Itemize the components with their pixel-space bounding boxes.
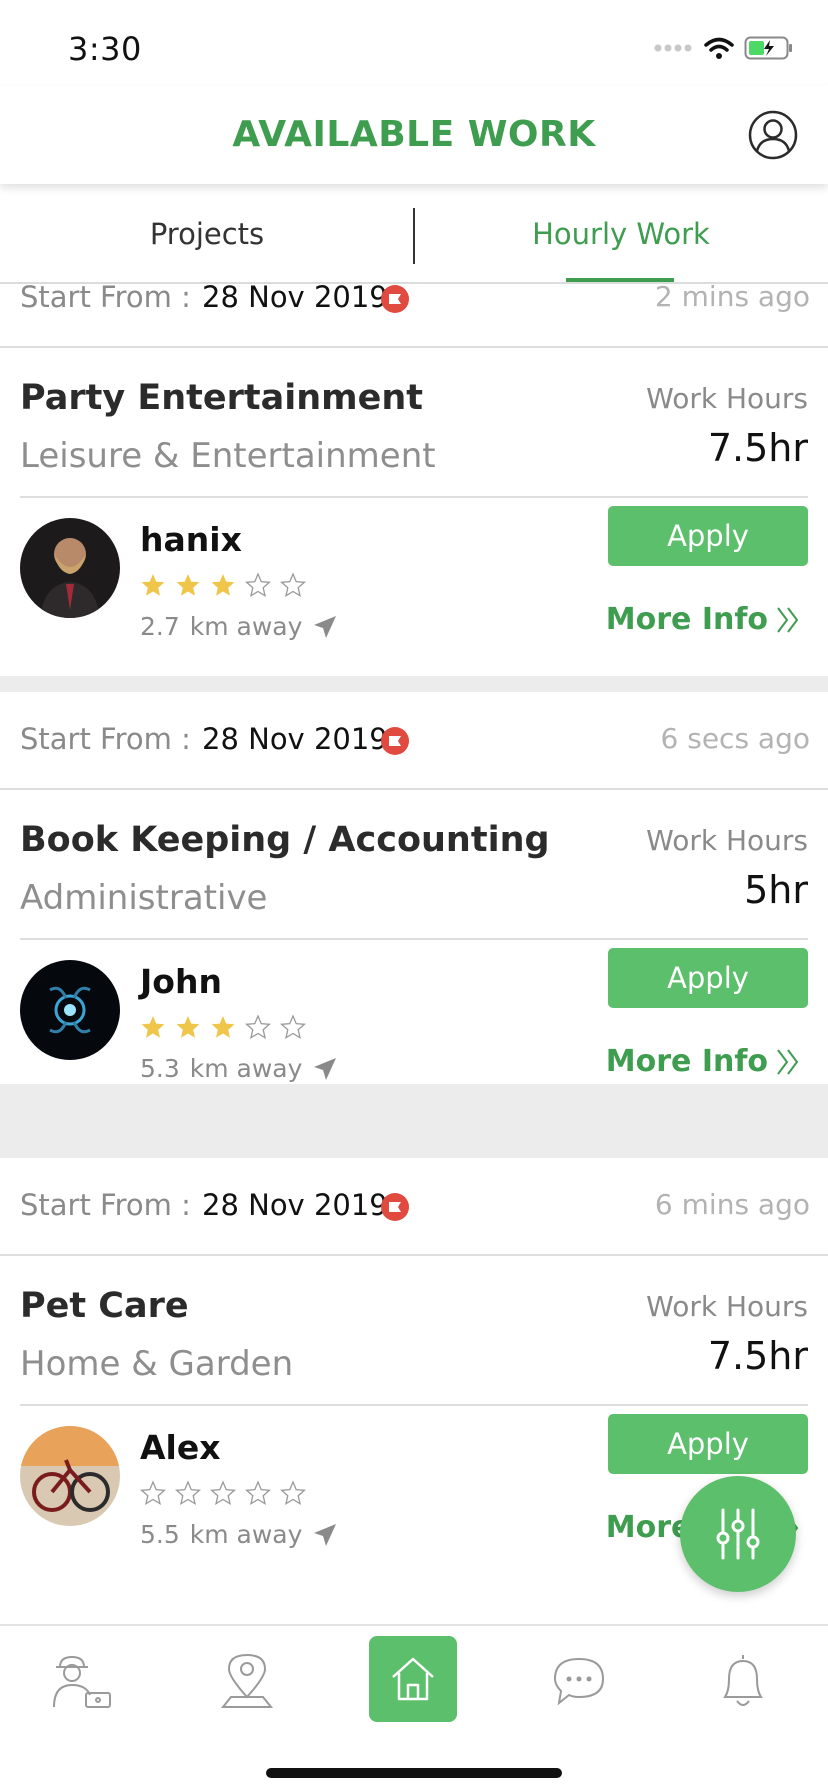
page-title: AVAILABLE WORK — [232, 114, 596, 155]
work-hours-label: Work Hours — [646, 1290, 808, 1323]
star-filled-icon — [141, 1016, 165, 1038]
card-header: Start From : 28 Nov 2019 2 mins ago — [0, 284, 828, 348]
star-empty-icon — [245, 572, 271, 598]
rating-stars — [140, 1480, 306, 1506]
star-filled-icon — [176, 574, 200, 596]
double-chevron-right-icon — [777, 1048, 799, 1075]
work-hours-value: 7.5hr — [707, 426, 808, 470]
home-indicator — [266, 1768, 562, 1778]
job-title: Party Entertainment — [20, 378, 423, 418]
start-date: 28 Nov 2019 — [202, 1188, 388, 1222]
send-icon — [314, 615, 337, 638]
more-info-link[interactable]: More Info — [606, 1044, 800, 1079]
nav-messages[interactable] — [544, 1646, 614, 1716]
map-pin-icon — [220, 1653, 274, 1708]
apply-button[interactable]: Apply — [608, 948, 808, 1008]
nav-notifications[interactable] — [708, 1646, 778, 1716]
bottom-nav — [0, 1624, 828, 1792]
active-tab-indicator — [566, 278, 674, 282]
work-hours-label: Work Hours — [646, 824, 808, 857]
start-date: 28 Nov 2019 — [202, 284, 388, 314]
star-filled-icon — [176, 1016, 200, 1038]
chat-icon — [553, 1657, 605, 1706]
job-category: Leisure & Entertainment — [20, 436, 436, 476]
posted-time: 6 mins ago — [654, 1188, 810, 1221]
nav-map[interactable] — [212, 1646, 282, 1716]
star-filled-icon — [211, 574, 235, 596]
apply-button[interactable]: Apply — [608, 1414, 808, 1474]
start-date: 28 Nov 2019 — [202, 722, 388, 756]
rating-stars — [140, 1014, 306, 1040]
star-empty-icon — [210, 1480, 236, 1506]
card-header: Start From : 28 Nov 2019 6 secs ago — [0, 692, 828, 790]
star-empty-icon — [175, 1480, 201, 1506]
filter-button[interactable] — [680, 1476, 796, 1592]
status-icons — [654, 34, 794, 62]
filter-sliders-icon — [716, 1508, 760, 1560]
job-title: Book Keeping / Accounting — [20, 820, 550, 860]
more-info-link[interactable]: More Info — [606, 602, 800, 637]
distance: 2.7 km away — [140, 612, 338, 641]
avatar[interactable] — [20, 960, 120, 1060]
tab-projects[interactable]: Projects — [0, 184, 414, 284]
double-chevron-right-icon — [777, 606, 799, 633]
home-icon — [392, 1657, 434, 1701]
divider — [20, 496, 808, 498]
user-circle-icon — [748, 110, 798, 160]
user-name: Alex — [140, 1428, 221, 1467]
work-hours-value: 7.5hr — [707, 1334, 808, 1378]
app-header: AVAILABLE WORK — [0, 86, 828, 184]
worker-icon — [53, 1655, 111, 1708]
start-from-label: Start From : — [20, 284, 191, 314]
avatar[interactable] — [20, 518, 120, 618]
card-header: Start From : 28 Nov 2019 6 mins ago — [0, 1158, 828, 1256]
star-empty-icon — [280, 572, 306, 598]
apply-button[interactable]: Apply — [608, 506, 808, 566]
posted-time: 6 secs ago — [660, 722, 810, 755]
user-name: John — [140, 962, 222, 1001]
job-category: Administrative — [20, 878, 268, 918]
star-empty-icon — [140, 1480, 166, 1506]
bell-icon — [723, 1655, 763, 1706]
job-card: Start From : 28 Nov 2019 6 secs ago Book… — [0, 692, 828, 1084]
flag-icon[interactable] — [380, 726, 410, 756]
work-hours-label: Work Hours — [646, 382, 808, 415]
posted-time: 2 mins ago — [654, 284, 810, 313]
status-time: 3:30 — [68, 30, 142, 68]
star-empty-icon — [245, 1480, 271, 1506]
start-from-label: Start From : — [20, 722, 191, 756]
star-filled-icon — [211, 1016, 235, 1038]
job-card: Start From : 28 Nov 2019 2 mins ago Part… — [0, 284, 828, 676]
distance: 5.3 km away — [140, 1054, 338, 1083]
battery-icon — [744, 36, 792, 60]
flag-icon[interactable] — [380, 284, 410, 314]
status-bar: 3:30 — [0, 0, 828, 86]
send-icon — [314, 1057, 337, 1080]
signal-icon — [654, 44, 692, 52]
start-from-label: Start From : — [20, 1188, 191, 1222]
profile-button[interactable] — [748, 110, 798, 160]
distance: 5.5 km away — [140, 1520, 338, 1549]
star-empty-icon — [280, 1480, 306, 1506]
wifi-icon — [704, 37, 734, 59]
nav-worker[interactable] — [48, 1646, 118, 1716]
divider — [20, 938, 808, 940]
star-empty-icon — [280, 1014, 306, 1040]
user-name: hanix — [140, 520, 242, 559]
star-filled-icon — [141, 574, 165, 596]
tab-bar: Projects Hourly Work — [0, 184, 828, 284]
job-category: Home & Garden — [20, 1344, 294, 1384]
rating-stars — [140, 572, 306, 598]
nav-home[interactable] — [369, 1636, 457, 1722]
star-empty-icon — [245, 1014, 271, 1040]
tab-hourly-work[interactable]: Hourly Work — [414, 184, 828, 284]
job-title: Pet Care — [20, 1286, 189, 1326]
divider — [20, 1404, 808, 1406]
flag-icon[interactable] — [380, 1192, 410, 1222]
work-hours-value: 5hr — [744, 868, 808, 912]
send-icon — [314, 1523, 337, 1546]
avatar[interactable] — [20, 1426, 120, 1526]
job-feed[interactable]: Start From : 28 Nov 2019 2 mins ago Part… — [0, 284, 828, 1624]
